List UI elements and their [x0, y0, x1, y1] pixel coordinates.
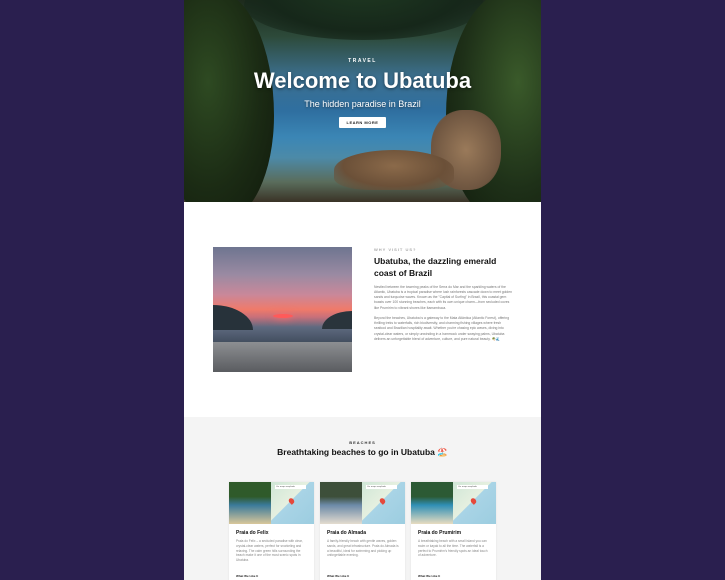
- map-pin-icon: [469, 497, 478, 505]
- photo-beach: [213, 342, 352, 372]
- hero-title: Welcome to Ubatuba: [253, 68, 472, 93]
- hero-section: TRAVEL Welcome to Ubatuba The hidden par…: [184, 0, 541, 202]
- beach-photo: [229, 482, 271, 524]
- photo-sun: [273, 314, 293, 318]
- beach-photo: [320, 482, 362, 524]
- card-description: Praia do Felix – a secluded paradise wit…: [236, 539, 303, 563]
- card-title: Praia do Prumirim: [418, 530, 462, 536]
- hero-kicker: TRAVEL: [348, 58, 377, 64]
- card-more-link[interactable]: What We Like It: [327, 574, 349, 578]
- card-images: Ver mapa ampliado: [229, 482, 314, 524]
- beach-map[interactable]: Ver mapa ampliado: [362, 482, 405, 524]
- beaches-kicker: BEACHES: [349, 440, 376, 445]
- map-tag[interactable]: Ver mapa ampliado: [366, 485, 397, 489]
- about-section: WHY VISIT US? Ubatuba, the dazzling emer…: [184, 202, 541, 417]
- about-paragraph-2: Beyond the beaches, Ubatuba is a gateway…: [374, 315, 510, 342]
- card-title: Praia do Felix: [236, 530, 269, 536]
- hero-foliage: [244, 0, 484, 40]
- map-pin-icon: [287, 497, 296, 505]
- about-text: WHY VISIT US? Ubatuba, the dazzling emer…: [374, 247, 514, 342]
- hero-subtitle: The hidden paradise in Brazil: [304, 99, 421, 109]
- card-images: Ver mapa ampliado: [320, 482, 405, 524]
- beach-map[interactable]: Ver mapa ampliado: [271, 482, 314, 524]
- about-title: Ubatuba, the dazzling emerald coast of B…: [374, 256, 497, 279]
- about-paragraph-1: Nestled between the towering peaks of th…: [374, 284, 512, 310]
- card-more-link[interactable]: What We Like It: [418, 574, 440, 578]
- sunset-photo: [213, 247, 352, 372]
- beaches-section: BEACHES Breathtaking beaches to go in Ub…: [184, 417, 541, 580]
- beach-card[interactable]: Ver mapa ampliado Praia do Prumirim A br…: [411, 482, 496, 580]
- card-description: A family-friendly beach with gentle wave…: [327, 539, 399, 558]
- about-kicker: WHY VISIT US?: [374, 247, 417, 252]
- map-tag[interactable]: Ver mapa ampliado: [457, 485, 488, 489]
- beaches-title: Breathtaking beaches to go in Ubatuba 🏖️: [277, 447, 448, 457]
- beach-photo: [411, 482, 453, 524]
- beach-card[interactable]: Ver mapa ampliado Praia do Almada A fami…: [320, 482, 405, 580]
- hero-rocks: [334, 150, 454, 190]
- card-title: Praia do Almada: [327, 530, 366, 536]
- map-tag[interactable]: Ver mapa ampliado: [275, 485, 306, 489]
- learn-more-button[interactable]: LEARN MORE: [338, 117, 387, 128]
- card-images: Ver mapa ampliado: [411, 482, 496, 524]
- hero-content: TRAVEL Welcome to Ubatuba The hidden par…: [184, 58, 541, 129]
- page: TRAVEL Welcome to Ubatuba The hidden par…: [184, 0, 541, 580]
- beach-map[interactable]: Ver mapa ampliado: [453, 482, 496, 524]
- map-pin-icon: [378, 497, 387, 505]
- beach-card[interactable]: Ver mapa ampliado Praia do Felix Praia d…: [229, 482, 314, 580]
- photo-hill-left: [213, 305, 253, 330]
- card-more-link[interactable]: What We Like It: [236, 574, 258, 578]
- card-description: A breathtaking beach with a small island…: [418, 539, 488, 558]
- photo-hill-right: [322, 311, 352, 329]
